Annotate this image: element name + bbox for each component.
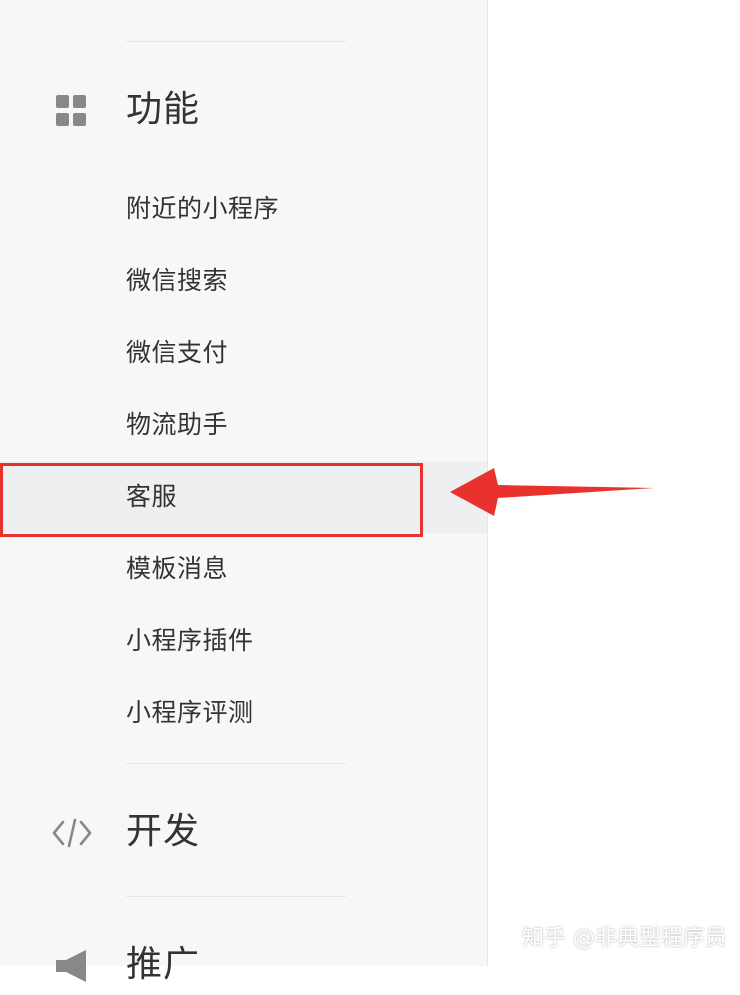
sidebar-item-label: 客服 xyxy=(126,482,178,511)
divider xyxy=(126,41,346,42)
megaphone-icon xyxy=(56,950,86,982)
section-header-features: 功能 xyxy=(0,80,487,140)
sidebar-item-template-messages[interactable]: 模板消息 xyxy=(0,533,487,605)
divider xyxy=(126,763,346,764)
sidebar-item-wechat-pay[interactable]: 微信支付 xyxy=(0,317,487,389)
sidebar-item-label: 附近的小程序 xyxy=(126,194,280,223)
sidebar-item-wechat-search[interactable]: 微信搜索 xyxy=(0,245,487,317)
grid-icon xyxy=(52,93,92,129)
section-title-promotion: 推广 xyxy=(126,944,201,985)
sidebar-item-customer-service[interactable]: 客服 xyxy=(0,461,487,533)
sidebar: 功能 附近的小程序 微信搜索 微信支付 物流助手 客服 模板消息 小程序插件 小… xyxy=(0,0,488,985)
section-title-features: 功能 xyxy=(126,89,201,130)
sidebar-item-label: 小程序评测 xyxy=(126,698,254,727)
sidebar-item-label: 微信支付 xyxy=(126,338,229,367)
section-header-development[interactable]: 开发 xyxy=(0,802,487,862)
divider xyxy=(126,896,346,897)
section-title-development: 开发 xyxy=(126,811,201,852)
sidebar-item-nearby-mini-programs[interactable]: 附近的小程序 xyxy=(0,173,487,245)
sidebar-item-logistics-assistant[interactable]: 物流助手 xyxy=(0,389,487,461)
annotation-arrow-icon xyxy=(450,468,654,516)
sidebar-item-label: 物流助手 xyxy=(126,410,229,439)
sidebar-item-mini-program-evaluation[interactable]: 小程序评测 xyxy=(0,677,487,749)
sidebar-item-label: 小程序插件 xyxy=(126,626,254,655)
sidebar-item-mini-program-plugins[interactable]: 小程序插件 xyxy=(0,605,487,677)
sidebar-item-label: 微信搜索 xyxy=(126,266,229,295)
watermark: 知乎 @非典型程序员 xyxy=(522,926,727,951)
section-header-promotion[interactable]: 推广 xyxy=(0,935,487,995)
sidebar-item-label: 模板消息 xyxy=(126,554,229,583)
code-icon xyxy=(52,818,92,848)
